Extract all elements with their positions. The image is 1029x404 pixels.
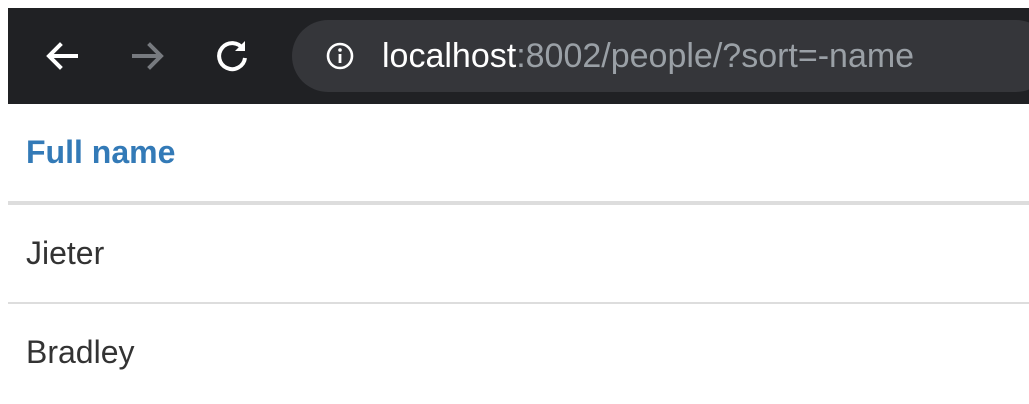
table-row: Jieter [8, 205, 1029, 305]
info-icon[interactable] [326, 42, 354, 70]
reload-button[interactable] [206, 30, 258, 82]
browser-toolbar: localhost:8002/people/?sort=-name [8, 8, 1029, 104]
url-text[interactable]: localhost:8002/people/?sort=-name [382, 34, 914, 78]
cell-full-name: Jieter [26, 235, 105, 271]
address-bar[interactable]: localhost:8002/people/?sort=-name [292, 20, 1029, 92]
arrow-right-icon [132, 42, 164, 70]
url-path: :8002/people/?sort=-name [516, 37, 915, 75]
cell-full-name: Bradley [26, 334, 135, 370]
back-button[interactable] [36, 30, 88, 82]
table-row: Bradley [8, 304, 1029, 404]
arrow-left-icon [46, 42, 78, 70]
people-table: Full name Jieter Bradley [8, 104, 1029, 370]
forward-button[interactable] [122, 30, 174, 82]
column-header-full-name[interactable]: Full name [26, 134, 175, 171]
url-host: localhost [382, 37, 517, 75]
reload-icon [217, 41, 247, 72]
